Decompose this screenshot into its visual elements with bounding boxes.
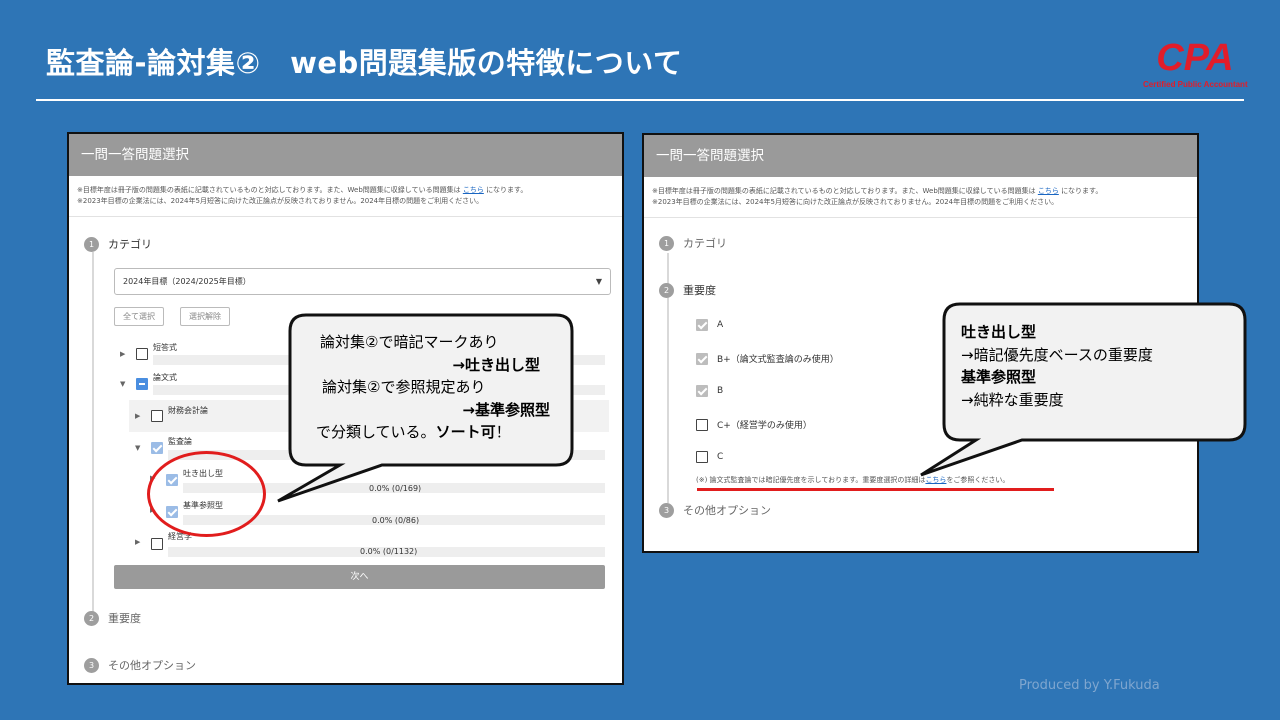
callout-line: 論対集②で参照規定あり [322, 378, 486, 396]
callout-line: 基準参照型 [961, 368, 1037, 386]
callout-line: →吐き出し型 [452, 355, 540, 374]
callout-line: 論対集②で暗記マークあり [320, 333, 499, 351]
callout-text: ！ [495, 423, 511, 441]
callout-line: →基準参照型 [462, 400, 550, 419]
callout-text-bold: ソート可 [435, 423, 496, 441]
callout-right-text: 吐き出し型 →暗記優先度ベースの重要度 基準参照型 →純粋な重要度 [961, 321, 1237, 411]
callout-line: →暗記優先度ベースの重要度 [961, 345, 1153, 364]
callout-left-text: 論対集②で暗記マークあり →吐き出し型 論対集②で参照規定あり →基準参照型 で… [300, 331, 560, 444]
callout-line: 吐き出し型 [961, 323, 1037, 341]
callout-line: →純粋な重要度 [961, 390, 1064, 409]
callout-text: で分類している。 [316, 423, 436, 441]
callout-line: で分類している。ソート可！ [300, 421, 560, 444]
